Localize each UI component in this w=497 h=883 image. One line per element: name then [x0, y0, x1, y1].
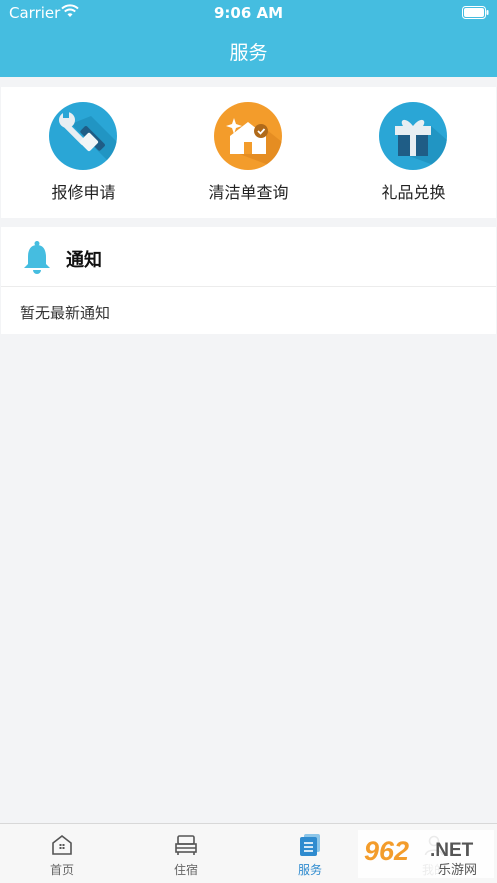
- watermark-brand: 962: [364, 836, 409, 866]
- clean-house-icon: [214, 102, 282, 170]
- notice-empty-text: 暂无最新通知: [20, 304, 111, 322]
- service-label: 礼品兑换: [381, 183, 446, 202]
- app-header: Carrier 9:06 AM 服务: [0, 0, 497, 77]
- service-label: 清洁单查询: [208, 183, 289, 202]
- service-list-icon: [300, 834, 320, 856]
- notice-panel: 通知 暂无最新通知: [1, 227, 496, 334]
- status-bar: Carrier 9:06 AM: [0, 0, 497, 26]
- gift-icon: [379, 102, 447, 170]
- watermark-suffix: .NET: [430, 840, 474, 861]
- tab-label: 首页: [49, 863, 74, 877]
- watermark-logo: 962 .NET 乐游网: [358, 830, 494, 878]
- tab-accommodation[interactable]: 住宿: [124, 824, 248, 883]
- notice-header: 通知: [1, 227, 496, 287]
- gift-exchange-button[interactable]: 礼品兑换: [331, 87, 496, 218]
- tab-home[interactable]: 首页: [0, 824, 124, 883]
- home-icon: [52, 834, 72, 855]
- notice-title: 通知: [66, 250, 102, 271]
- cleaning-order-query-button[interactable]: 清洁单查询: [166, 87, 331, 218]
- page-title: 服务: [229, 42, 268, 64]
- wrench-screwdriver-icon: [49, 102, 117, 170]
- service-grid: 报修申请 清洁单查询 礼品兑换: [1, 87, 496, 218]
- battery-icon: [462, 6, 489, 19]
- tab-label: 住宿: [173, 863, 198, 877]
- clock: 9:06 AM: [213, 4, 284, 22]
- service-label: 报修申请: [51, 183, 116, 202]
- bed-icon: [175, 835, 197, 855]
- tab-label: 服务: [297, 863, 322, 877]
- watermark-sub: 乐游网: [438, 863, 477, 878]
- tab-service[interactable]: 服务: [248, 824, 372, 883]
- repair-request-button[interactable]: 报修申请: [1, 87, 166, 218]
- bell-icon: [24, 241, 50, 274]
